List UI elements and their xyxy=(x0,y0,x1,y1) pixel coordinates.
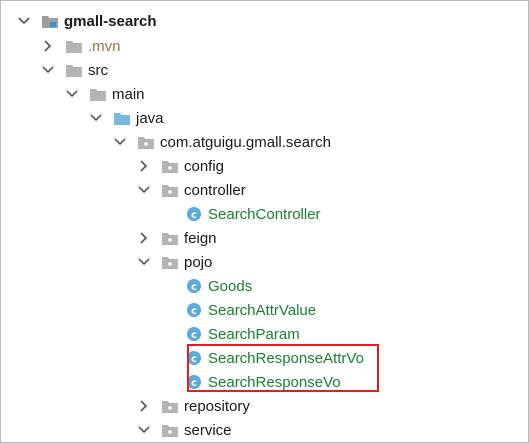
chevron-right-icon[interactable] xyxy=(40,38,56,54)
chevron-down-icon[interactable] xyxy=(64,86,80,102)
chevron-down-icon[interactable] xyxy=(136,422,152,438)
tree-label: .mvn xyxy=(88,37,121,55)
chevron-down-icon[interactable] xyxy=(136,182,152,198)
tree-row-src[interactable]: src xyxy=(1,58,528,82)
tree-row-pojo[interactable]: pojo xyxy=(1,250,528,274)
tree-label: controller xyxy=(184,181,246,199)
tree-label: gmall-search xyxy=(64,12,157,30)
tree-row-goods[interactable]: c Goods xyxy=(1,274,528,298)
tree-row-config[interactable]: config xyxy=(1,154,528,178)
chevron-down-icon[interactable] xyxy=(16,13,32,29)
tree-row-gmall-search[interactable]: gmall-search xyxy=(1,9,528,33)
chevron-right-icon[interactable] xyxy=(136,158,152,174)
class-icon: c xyxy=(185,277,203,295)
tree-row-main[interactable]: main xyxy=(1,82,528,106)
tree-label: SearchAttrValue xyxy=(208,301,317,319)
tree-label: java xyxy=(136,109,164,127)
module-icon xyxy=(41,12,59,30)
chevron-right-icon[interactable] xyxy=(136,398,152,414)
tree-label: src xyxy=(88,61,108,79)
chevron-down-icon[interactable] xyxy=(40,62,56,78)
class-icon: c xyxy=(185,205,203,223)
tree-label: main xyxy=(112,85,145,103)
tree-row-repository[interactable]: repository xyxy=(1,394,528,418)
tree-label: feign xyxy=(184,229,217,247)
highlight-box xyxy=(187,344,379,392)
package-icon xyxy=(161,181,179,199)
chevron-down-icon[interactable] xyxy=(136,254,152,270)
package-icon xyxy=(161,253,179,271)
tree-row-java[interactable]: java xyxy=(1,106,528,130)
folder-icon xyxy=(89,85,107,103)
tree-row-search-attr-value[interactable]: c SearchAttrValue xyxy=(1,298,528,322)
tree-row-feign[interactable]: feign xyxy=(1,226,528,250)
chevron-right-icon[interactable] xyxy=(136,230,152,246)
tree-label: repository xyxy=(184,397,250,415)
chevron-down-icon[interactable] xyxy=(88,110,104,126)
tree-label: SearchController xyxy=(208,205,321,223)
tree-row-mvn[interactable]: .mvn xyxy=(1,34,528,58)
package-icon xyxy=(137,133,155,151)
folder-icon xyxy=(65,37,83,55)
tree-row-search-controller[interactable]: c SearchController xyxy=(1,202,528,226)
class-icon: c xyxy=(185,301,203,319)
project-tree-panel: gmall-search .mvn src main java com.atgu… xyxy=(0,0,529,443)
package-icon xyxy=(161,229,179,247)
source-root-folder-icon xyxy=(113,109,131,127)
tree-label: service xyxy=(184,421,232,439)
package-icon xyxy=(161,421,179,439)
tree-label: Goods xyxy=(208,277,253,295)
tree-row-controller[interactable]: controller xyxy=(1,178,528,202)
tree-label: config xyxy=(184,157,225,175)
chevron-down-icon[interactable] xyxy=(112,134,128,150)
tree-row-package-root[interactable]: com.atguigu.gmall.search xyxy=(1,130,528,154)
class-icon: c xyxy=(185,325,203,343)
package-icon xyxy=(161,397,179,415)
svg-text:c: c xyxy=(191,330,197,341)
folder-icon xyxy=(65,61,83,79)
tree-label: pojo xyxy=(184,253,213,271)
svg-text:c: c xyxy=(191,306,197,317)
package-icon xyxy=(161,157,179,175)
tree-row-service[interactable]: service xyxy=(1,418,528,442)
tree-row-search-param[interactable]: c SearchParam xyxy=(1,322,528,346)
svg-text:c: c xyxy=(191,210,197,221)
tree-label: SearchParam xyxy=(208,325,300,343)
svg-text:c: c xyxy=(191,282,197,293)
tree-label: com.atguigu.gmall.search xyxy=(160,133,331,151)
